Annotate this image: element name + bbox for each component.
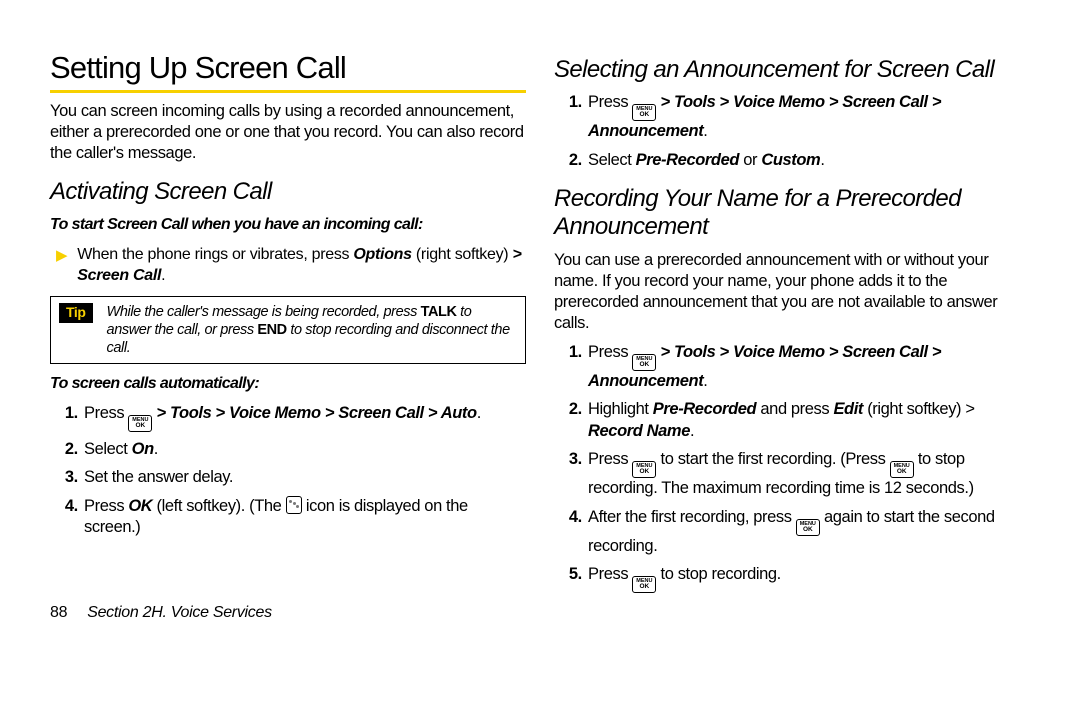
procedure-lead: To start Screen Call when you have an in… (50, 215, 526, 235)
steps-record-name: Press MENUOK > Tools > Voice Memo > Scre… (554, 342, 1030, 593)
menu-path: > Tools > Voice Memo > Screen Call > Aut… (152, 404, 476, 422)
two-column-layout: Setting Up Screen Call You can screen in… (50, 50, 1030, 630)
procedure-lead-2: To screen calls automatically: (50, 374, 526, 394)
recordname-label: Record Name (588, 422, 690, 440)
text: Press (84, 497, 128, 515)
menu-ok-key-icon: MENUOK (128, 415, 152, 432)
subheading-selecting: Selecting an Announcement for Screen Cal… (554, 56, 1030, 84)
edit-label: Edit (833, 400, 863, 418)
text: (left softkey). (The (152, 497, 285, 515)
step-5: Press MENUOK to stop recording. (586, 564, 1030, 593)
menu-ok-key-icon: MENUOK (796, 519, 820, 536)
prerecorded-label: Pre-Recorded (636, 151, 739, 169)
intro-paragraph: You can screen incoming calls by using a… (50, 101, 526, 164)
menu-ok-key-icon: MENUOK (632, 576, 656, 593)
steps-select-announcement: Press MENUOK > Tools > Voice Memo > Scre… (554, 92, 1030, 171)
text: Highlight (588, 400, 653, 418)
right-column: Selecting an Announcement for Screen Cal… (554, 50, 1030, 630)
subheading-recording: Recording Your Name for a Prerecorded An… (554, 185, 1030, 242)
text: Press (84, 404, 128, 422)
text: Press (588, 565, 632, 583)
text: Press (588, 343, 632, 361)
options-label: Options (353, 246, 411, 263)
talk-key: TALK (421, 304, 457, 320)
text: While the caller's message is being reco… (107, 304, 421, 320)
path-sep: > (512, 246, 521, 263)
text: After the first recording, press (588, 508, 796, 526)
prerecorded-label: Pre-Recorded (653, 400, 756, 418)
step-3: Press MENUOK to start the first recordin… (586, 449, 1030, 499)
screencall-label: Screen Call (77, 267, 161, 284)
left-column: Setting Up Screen Call You can screen in… (50, 50, 526, 630)
bullet-text: When the phone rings or vibrates, press … (77, 245, 526, 286)
subheading-activating: Activating Screen Call (50, 178, 526, 206)
step-1: Press MENUOK > Tools > Voice Memo > Scre… (82, 403, 526, 432)
bullet-step: ▶ When the phone rings or vibrates, pres… (56, 245, 526, 286)
end-key: END (257, 322, 286, 338)
step-4: After the first recording, press MENUOK … (586, 507, 1030, 557)
text: Select (84, 440, 132, 458)
menu-ok-key-icon: MENUOK (632, 354, 656, 371)
menu-ok-key-icon: MENUOK (632, 104, 656, 121)
page-number: 88 (50, 604, 67, 621)
step-1: Press MENUOK > Tools > Voice Memo > Scre… (586, 342, 1030, 392)
step-2: Select On. (82, 439, 526, 460)
page-footer: 88 Section 2H. Voice Services (50, 604, 272, 622)
step-4: Press OK (left softkey). (The icon is di… (82, 496, 526, 539)
text: (right softkey) > (863, 400, 975, 418)
steps-auto: Press MENUOK > Tools > Voice Memo > Scre… (50, 403, 526, 539)
text: to stop recording. (656, 565, 780, 583)
triangle-bullet-icon: ▶ (56, 245, 67, 266)
text: Select (588, 151, 636, 169)
text: and press (756, 400, 833, 418)
custom-label: Custom (761, 151, 820, 169)
step-1: Press MENUOK > Tools > Voice Memo > Scre… (586, 92, 1030, 142)
tip-text: While the caller's message is being reco… (107, 303, 517, 357)
text: When the phone rings or vibrates, press (77, 246, 353, 263)
menu-ok-key-icon: MENUOK (890, 461, 914, 478)
section-label: Section 2H. Voice Services (87, 604, 272, 621)
step-2: Highlight Pre-Recorded and press Edit (r… (586, 399, 1030, 442)
tip-badge: Tip (59, 303, 93, 323)
text: Press (588, 93, 632, 111)
text: (right softkey) (412, 246, 513, 263)
intro-paragraph: You can use a prerecorded announcement w… (554, 250, 1030, 334)
step-2: Select Pre-Recorded or Custom. (586, 150, 1030, 171)
screen-call-status-icon (286, 496, 302, 514)
menu-ok-key-icon: MENUOK (632, 461, 656, 478)
manual-page: Setting Up Screen Call You can screen in… (0, 0, 1080, 650)
text: or (739, 151, 761, 169)
ok-label: OK (128, 497, 152, 515)
text: to start the first recording. (Press (656, 450, 889, 468)
page-heading: Setting Up Screen Call (50, 50, 526, 93)
on-label: On (132, 440, 154, 458)
step-3: Set the answer delay. (82, 467, 526, 488)
tip-box: Tip While the caller's message is being … (50, 296, 526, 364)
text: Press (588, 450, 632, 468)
